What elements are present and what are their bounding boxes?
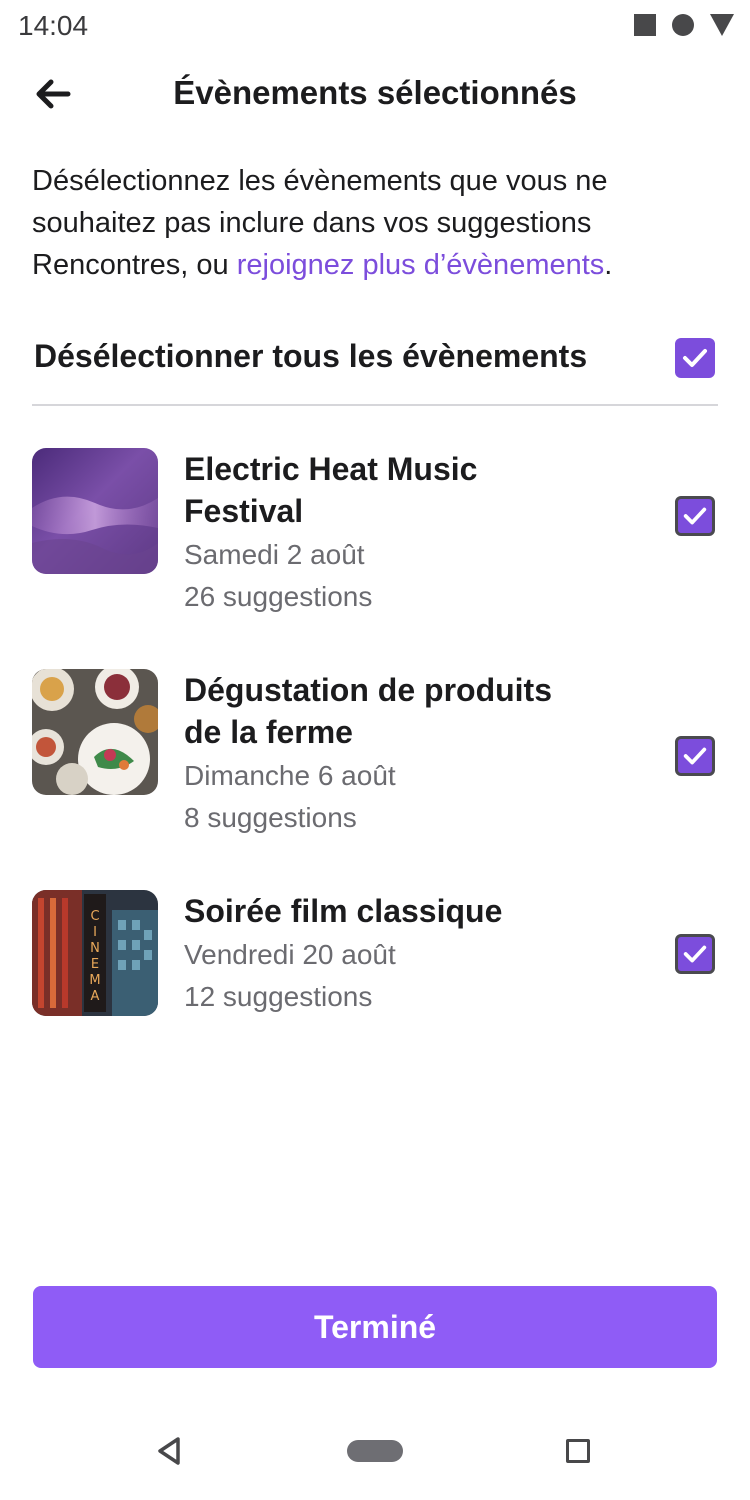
signal-triangle-icon — [710, 14, 734, 36]
cinema-sign-image: C I N E M A — [32, 890, 158, 1016]
svg-text:A: A — [91, 989, 100, 1004]
deselect-all-label: Désélectionner tous les évènements — [34, 338, 588, 374]
event-title: Dégustation de produits de la ferme — [184, 672, 552, 750]
food-plates-image — [32, 669, 158, 795]
nav-back-icon[interactable] — [156, 1436, 182, 1471]
event-suggestions: 12 suggestions — [184, 981, 373, 1012]
event-item[interactable]: Electric Heat Music Festival Samedi 2 ao… — [32, 448, 718, 628]
concert-image — [32, 448, 158, 574]
status-icons — [634, 14, 734, 36]
event-item[interactable]: C I N E M A Soirée film classique Vendre… — [32, 890, 718, 1070]
intro-text-after: . — [604, 249, 613, 281]
deselect-all-row[interactable]: Désélectionner tous les évènements — [32, 328, 718, 406]
event-date: Vendredi 20 août — [184, 939, 396, 970]
event-date: Dimanche 6 août — [184, 760, 396, 791]
page-title: Évènements sélectionnés — [173, 74, 577, 111]
nav-home-icon[interactable] — [347, 1440, 403, 1462]
intro-text: Désélectionnez les évènements que vous n… — [32, 160, 692, 286]
event-suggestions: 8 suggestions — [184, 802, 357, 833]
svg-text:M: M — [89, 973, 100, 988]
checkmark-icon — [683, 507, 707, 525]
event-checkbox[interactable] — [675, 934, 715, 974]
status-bar: 14:04 — [0, 0, 750, 54]
checkmark-icon — [683, 945, 707, 963]
done-button[interactable]: Terminé — [33, 1286, 717, 1368]
stop-square-icon — [634, 14, 656, 36]
checkmark-icon — [683, 349, 707, 367]
status-time: 14:04 — [18, 10, 89, 41]
event-title: Soirée film classique — [184, 893, 503, 929]
system-nav-bar — [0, 1410, 750, 1490]
header: Évènements sélectionnés — [0, 60, 750, 132]
event-item[interactable]: Dégustation de produits de la ferme Dima… — [32, 669, 718, 849]
event-checkbox[interactable] — [675, 496, 715, 536]
join-more-events-link[interactable]: rejoignez plus d’évènements — [237, 249, 605, 281]
svg-text:C: C — [90, 909, 99, 924]
svg-text:I: I — [93, 925, 97, 940]
event-date: Samedi 2 août — [184, 539, 365, 570]
event-suggestions: 26 suggestions — [184, 581, 373, 612]
event-title: Electric Heat Music Festival — [184, 451, 478, 529]
event-checkbox[interactable] — [675, 736, 715, 776]
svg-text:N: N — [90, 941, 100, 956]
checkmark-icon — [683, 747, 707, 765]
deselect-all-checkbox[interactable] — [675, 338, 715, 378]
record-circle-icon — [672, 14, 694, 36]
svg-text:E: E — [91, 957, 99, 972]
nav-recents-icon[interactable] — [566, 1439, 590, 1463]
